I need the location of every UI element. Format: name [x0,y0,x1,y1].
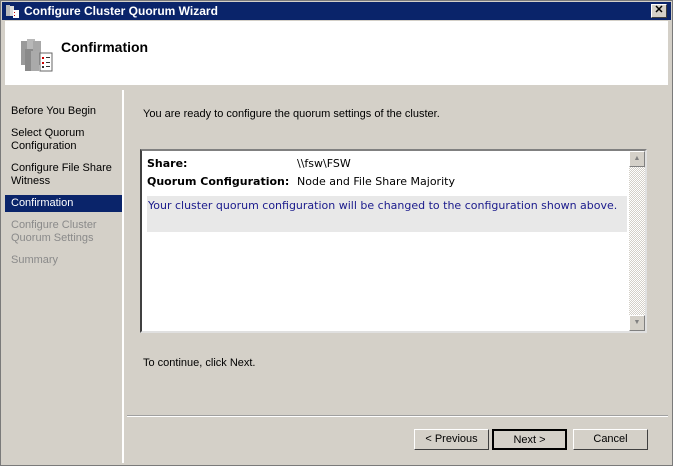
step-confirmation[interactable]: Confirmation [5,195,122,212]
wizard-header: Confirmation [5,21,668,87]
step-before-you-begin[interactable]: Before You Begin [5,103,122,120]
cluster-icon [6,5,19,18]
page-title: Confirmation [61,39,149,55]
title-bar[interactable]: Configure Cluster Quorum Wizard ✕ [2,2,671,20]
quorum-label: Quorum Configuration: [147,175,290,188]
divider [127,415,668,417]
wizard-window: Configure Cluster Quorum Wizard ✕ Confir… [0,0,673,466]
confirmation-details: Share: \\fsw\FSW Quorum Configuration: Nod… [140,149,647,333]
change-note: Your cluster quorum configuration will b… [147,196,627,232]
share-label: Share: [147,157,188,170]
intro-text: You are ready to configure the quorum se… [143,108,440,120]
window-title: Configure Cluster Quorum Wizard [24,4,218,18]
wizard-content: You are ready to configure the quorum se… [127,90,668,463]
step-configure-file-share-witness[interactable]: Configure File Share Witness [5,160,122,190]
previous-button[interactable]: < Previous [414,429,489,450]
step-summary: Summary [11,254,59,266]
close-button[interactable]: ✕ [651,4,667,18]
vertical-scrollbar[interactable]: ▲ ▼ [629,151,645,331]
step-select-quorum-configuration[interactable]: Select Quorum Configuration [5,125,122,155]
scroll-down-icon[interactable]: ▼ [629,315,645,331]
quorum-value: Node and File Share Majority [297,175,455,188]
wizard-steps: Before You Begin Select Quorum Configura… [5,90,124,463]
continue-text: To continue, click Next. [143,357,256,369]
share-value: \\fsw\FSW [297,157,351,170]
cluster-servers-icon [21,39,53,72]
next-button[interactable]: Next > [492,429,567,450]
cancel-button[interactable]: Cancel [573,429,648,450]
step-configure-cluster-quorum-settings: Configure Cluster Quorum Settings [11,219,97,244]
scroll-up-icon[interactable]: ▲ [629,151,645,167]
